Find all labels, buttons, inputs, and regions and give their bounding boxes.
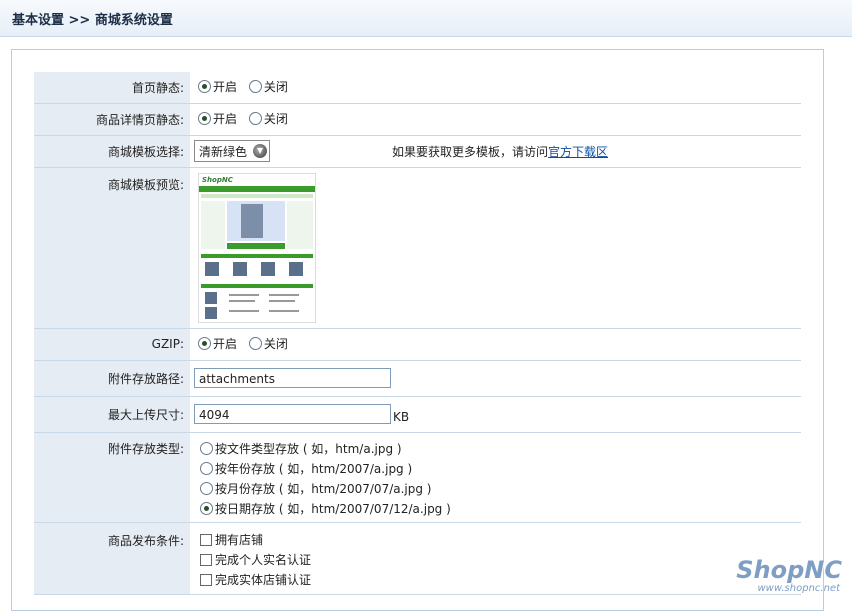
label-homepage-static: 首页静态: (34, 72, 190, 104)
row-gzip: GZIP: 开启 关闭 (34, 328, 801, 361)
max-upload-input[interactable]: 4094 (194, 404, 391, 424)
label-template-preview: 商城模板预览: (34, 167, 190, 329)
attach-type-option[interactable]: 按年份存放 ( 如，htm/2007/a.jpg ) (200, 459, 801, 479)
row-attach-type: 附件存放类型: 按文件类型存放 ( 如，htm/a.jpg ) 按年份存放 ( … (34, 432, 801, 523)
radio-checked-icon (198, 337, 211, 350)
radio-homepage-static-off[interactable]: 关闭 (248, 78, 288, 95)
radio-unchecked-icon (200, 482, 213, 495)
row-detail-static: 商品详情页静态: 开启 关闭 (34, 103, 801, 136)
breadcrumb: 基本设置 >> 商城系统设置 (12, 13, 173, 28)
template-preview-image: ShopNC (198, 172, 316, 323)
radio-homepage-static-on[interactable]: 开启 (198, 78, 237, 95)
chevron-down-icon: ▼ (253, 144, 268, 158)
max-upload-unit: KB (393, 410, 410, 424)
radio-checked-icon (198, 80, 211, 94)
row-publish-condition: 商品发布条件: 拥有店铺 完成个人实名认证 完成实体店铺认证 (34, 522, 801, 595)
publish-condition-option[interactable]: 完成实体店铺认证 (200, 570, 801, 590)
label-max-upload: 最大上传尺寸: (34, 396, 190, 433)
radio-unchecked-icon (200, 442, 213, 455)
checkbox-icon (200, 533, 212, 546)
radio-checked-icon (200, 502, 213, 515)
row-homepage-static: 首页静态: 开启 关闭 (34, 72, 801, 104)
template-thumbnail: ShopNC (199, 173, 315, 322)
radio-gzip-on[interactable]: 开启 (198, 335, 237, 352)
radio-unchecked-icon (200, 462, 213, 475)
settings-form: 首页静态: 开启 关闭 商品详情页静态: 开启 关闭 商城模板选择: 清新绿色 … (34, 72, 801, 595)
radio-checked-icon (198, 112, 211, 125)
checkbox-icon (200, 553, 212, 566)
checkbox-icon (200, 573, 212, 586)
svg-text:ShopNC: ShopNC (202, 176, 234, 184)
header-bar: 基本设置 >> 商城系统设置 (0, 0, 852, 37)
radio-detail-static-off[interactable]: 关闭 (248, 110, 288, 127)
attach-type-option[interactable]: 按日期存放 ( 如，htm/2007/07/12/a.jpg ) (200, 499, 801, 519)
radio-unchecked-icon (248, 112, 262, 125)
shopnc-logo: ShopNC (736, 556, 842, 584)
row-attach-path: 附件存放路径: attachments (34, 360, 801, 397)
label-attach-path: 附件存放路径: (34, 360, 190, 397)
official-download-link[interactable]: 官方下载区 (548, 143, 608, 160)
publish-condition-option[interactable]: 完成个人实名认证 (200, 550, 801, 570)
label-attach-type: 附件存放类型: (34, 432, 190, 523)
row-template-preview: 商城模板预览: ShopNC (34, 167, 801, 329)
label-gzip: GZIP: (34, 328, 190, 361)
shopnc-url: www.shopnc.net (757, 583, 840, 594)
attach-type-option[interactable]: 按月份存放 ( 如，htm/2007/07/a.jpg ) (200, 479, 801, 499)
radio-detail-static-on[interactable]: 开启 (198, 110, 237, 127)
radio-gzip-off[interactable]: 关闭 (248, 335, 288, 352)
label-publish-condition: 商品发布条件: (34, 522, 190, 595)
radio-unchecked-icon (248, 337, 262, 350)
label-detail-static: 商品详情页静态: (34, 103, 190, 136)
radio-unchecked-icon (248, 80, 262, 94)
publish-condition-option[interactable]: 拥有店铺 (200, 530, 801, 550)
template-hint: 如果要获取更多模板，请访问 (392, 144, 549, 159)
attach-path-input[interactable]: attachments (194, 368, 391, 388)
attach-type-option[interactable]: 按文件类型存放 ( 如，htm/a.jpg ) (200, 439, 801, 459)
label-template-select: 商城模板选择: (34, 135, 190, 168)
settings-panel: 首页静态: 开启 关闭 商品详情页静态: 开启 关闭 商城模板选择: 清新绿色 … (11, 49, 824, 611)
row-template-select: 商城模板选择: 清新绿色 ▼ 如果要获取更多模板，请访问 官方下载区 (34, 135, 801, 168)
row-max-upload: 最大上传尺寸: 4094 KB (34, 396, 801, 433)
template-select[interactable]: 清新绿色 ▼ (194, 140, 271, 162)
